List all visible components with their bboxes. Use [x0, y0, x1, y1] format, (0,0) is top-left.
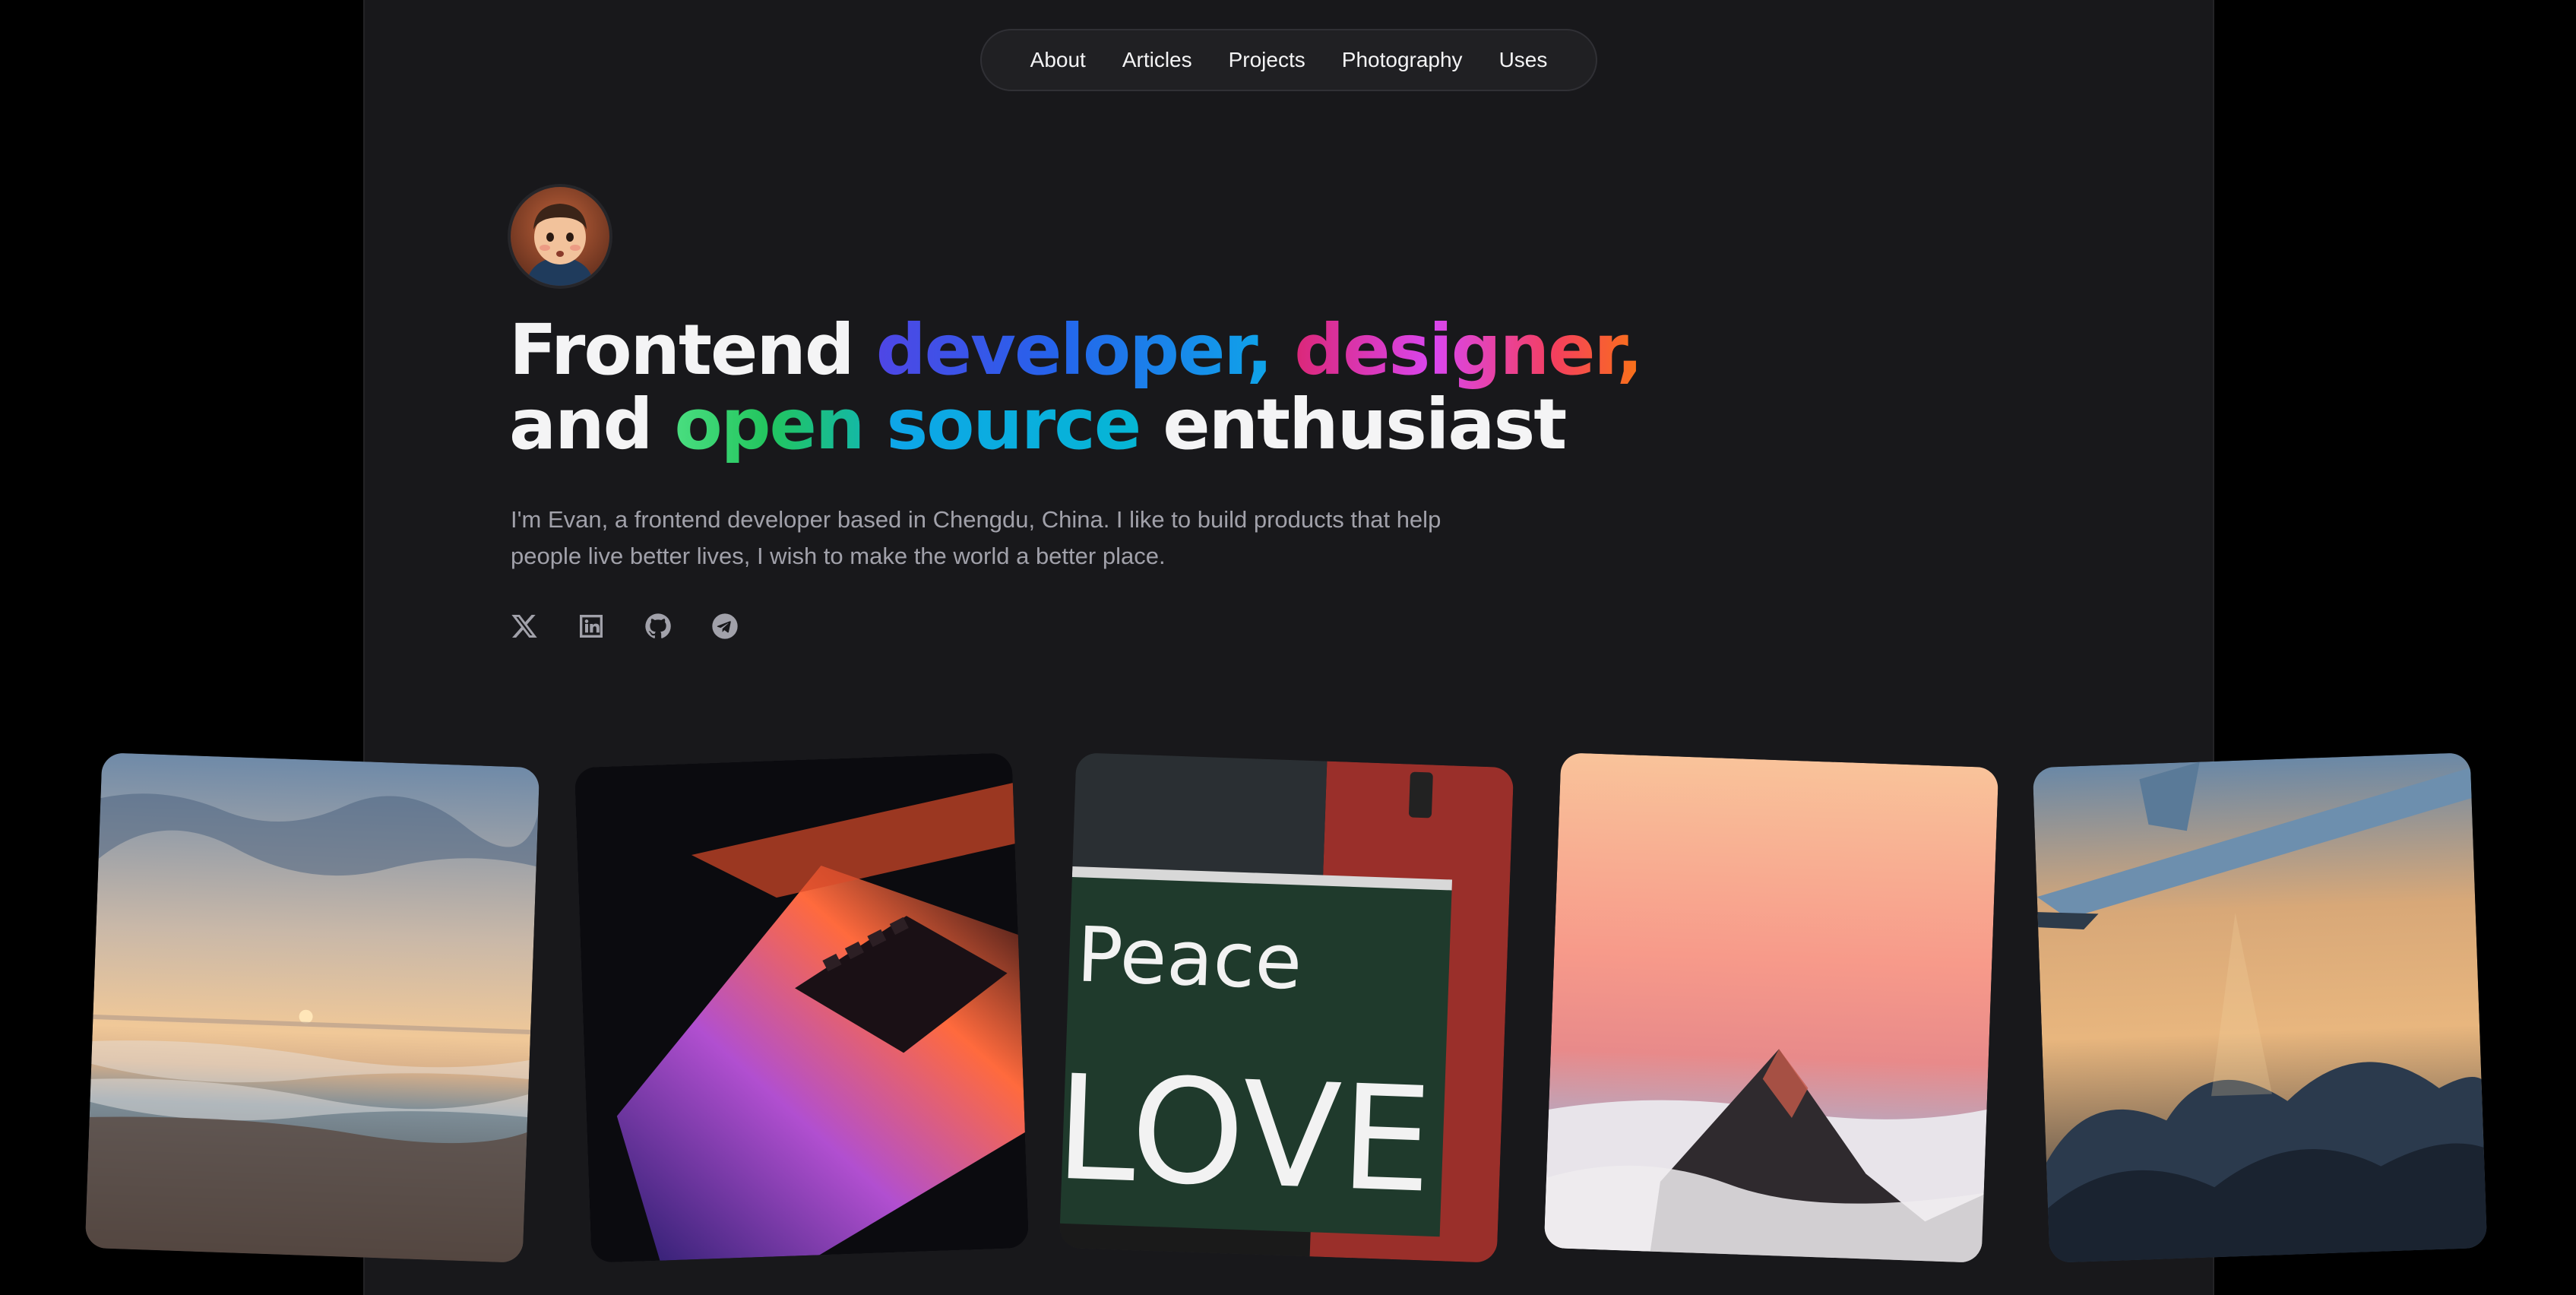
headline-text: enthusiast [1140, 384, 1567, 465]
hero-bio: I'm Evan, a frontend developer based in … [511, 502, 1529, 575]
nav-item-articles[interactable]: Articles [1104, 48, 1210, 72]
photo-laptop[interactable] [574, 752, 1030, 1263]
headline-space [863, 384, 886, 465]
nav-item-projects[interactable]: Projects [1210, 48, 1324, 72]
mountain-image [1543, 752, 1999, 1263]
beach-sunset-image [84, 752, 540, 1263]
headline-space [1271, 309, 1294, 391]
photo-mountain[interactable] [1543, 752, 1999, 1263]
graffiti-peace: Peace [1075, 910, 1303, 1006]
nav-item-uses[interactable]: Uses [1481, 48, 1566, 72]
graffiti-love: LOVE [1059, 1044, 1435, 1225]
social-links [509, 611, 740, 641]
laptop-image [574, 752, 1030, 1263]
headline-developer: developer, [875, 309, 1273, 391]
hero-headline: Frontend developer, designer, and open s… [509, 313, 1649, 462]
nav-item-about[interactable]: About [1012, 48, 1104, 72]
linkedin-icon[interactable] [576, 611, 606, 641]
headline-line-2: and open source enthusiast [509, 388, 1649, 462]
github-icon[interactable] [643, 611, 673, 641]
photo-beach-sunset[interactable] [84, 752, 540, 1263]
avatar[interactable] [511, 187, 609, 286]
photo-airplane-clouds[interactable] [2032, 752, 2488, 1263]
bio-line-2: people live better lives, I wish to make… [511, 543, 1166, 569]
page: About Articles Projects Photography Uses [0, 0, 2576, 1295]
x-icon[interactable] [509, 611, 540, 641]
avatar-illustration [511, 187, 609, 286]
photo-peace-love[interactable]: Peace LOVE [1059, 752, 1514, 1263]
airplane-clouds-image [2032, 752, 2488, 1263]
main-nav: About Articles Projects Photography Uses [980, 29, 1597, 91]
headline-line-1: Frontend developer, designer, [509, 313, 1649, 388]
headline-open: open [674, 384, 865, 465]
headline-text: and [509, 384, 675, 465]
headline-designer: designer, [1294, 309, 1643, 391]
nav-item-photography[interactable]: Photography [1324, 48, 1481, 72]
headline-source: source [886, 384, 1141, 465]
headline-text: Frontend [509, 309, 876, 391]
bio-line-1: I'm Evan, a frontend developer based in … [511, 506, 1441, 533]
telegram-icon[interactable] [710, 611, 740, 641]
peace-love-image: Peace LOVE [1059, 752, 1514, 1263]
